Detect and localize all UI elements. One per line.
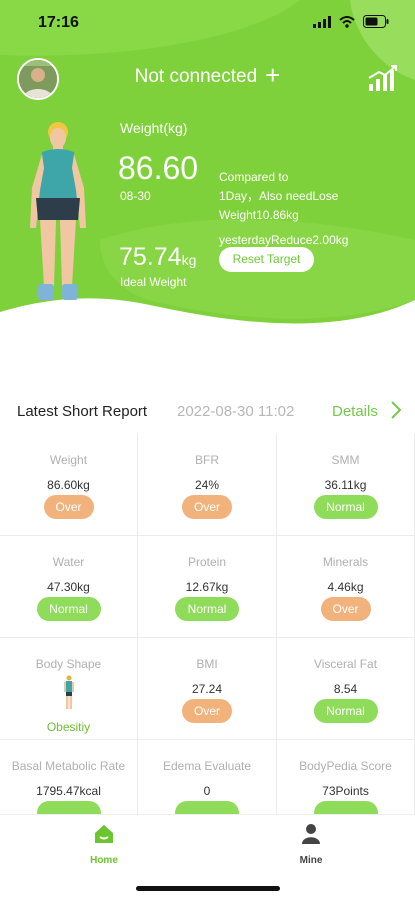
tab-home-label: Home	[90, 855, 118, 866]
status-badge: Normal	[175, 597, 239, 621]
status-badge: Over	[43, 495, 94, 519]
body-shape-figure-icon	[64, 675, 74, 709]
metric-value: 47.30kg	[47, 580, 90, 594]
metric-value: 73Points	[322, 784, 369, 798]
home-icon	[95, 825, 113, 843]
status-badge: Normal	[313, 699, 378, 723]
metric-value: 24%	[194, 478, 220, 492]
tab-mine[interactable]: Mine	[271, 823, 351, 866]
metric-cell[interactable]: SMM 36.11kg Normal	[277, 434, 415, 536]
metric-value: 4.46kg	[327, 580, 364, 594]
metric-cell[interactable]: Protein 12.67kg Normal	[138, 536, 277, 638]
report-header: Latest Short Report 2022-08-30 11:02 Det…	[0, 395, 415, 431]
ideal-weight-value: 75.74kg	[119, 243, 196, 272]
home-indicator	[136, 886, 280, 891]
trend-chart-icon[interactable]	[367, 64, 399, 92]
metric-cell[interactable]: Water 47.30kg Normal	[0, 536, 138, 638]
metric-cell[interactable]: Weight 86.60kg Over	[0, 434, 138, 536]
status-badge: Normal	[313, 495, 378, 519]
weight-label: Weight(kg)	[120, 120, 188, 136]
metric-label: BodyPedia Score	[299, 759, 392, 773]
metric-cell[interactable]: Basal Metabolic Rate 1795.47kcal	[0, 740, 138, 814]
weight-value: 86.60	[118, 150, 199, 186]
comparison-yesterday: yesterdayReduce2.00kg	[219, 233, 349, 247]
comparison-text: Compared to 1Day，Also needLose Weight10.…	[219, 168, 338, 225]
body-figure-icon	[30, 122, 86, 300]
metrics-grid: Weight 86.60kg Over BFR 24% Over SMM 36.11kg Nor…	[0, 434, 415, 814]
connection-status-label: Not connected	[134, 66, 258, 87]
metric-label: Protein	[187, 555, 227, 569]
details-link[interactable]: Details	[332, 403, 378, 420]
status-badge: Over	[182, 699, 232, 723]
status-badge	[175, 801, 239, 814]
metric-value: 8.54	[333, 682, 358, 696]
metric-value: 27.24	[191, 682, 223, 696]
metric-value: 0	[203, 784, 211, 798]
status-badge	[36, 801, 101, 814]
metric-label: Visceral Fat	[313, 657, 378, 671]
person-icon	[302, 824, 320, 844]
metric-label: SMM	[331, 453, 360, 467]
metric-cell[interactable]: Minerals 4.46kg Over	[277, 536, 415, 638]
metric-label: Edema Evaluate	[162, 759, 252, 773]
body-shape-status: Obesitiy	[46, 720, 91, 734]
metric-label: Body Shape	[35, 657, 102, 671]
ideal-weight-unit: kg	[181, 252, 197, 268]
metric-label: BMI	[196, 657, 218, 671]
comparison-line: 1Day，Also needLose	[219, 189, 339, 203]
metric-cell[interactable]: Body Shape Obesitiy	[0, 638, 138, 740]
report-datetime: 2022-08-30 11:02	[177, 403, 295, 420]
status-time: 17:16	[38, 14, 79, 31]
ideal-weight-label: Ideal Weight	[120, 275, 187, 289]
metric-cell[interactable]: BodyPedia Score 73Points	[277, 740, 415, 814]
add-device-button[interactable]: +	[265, 62, 280, 88]
header-panel: 17:16 Not connected + Weight(kg) 86.60 0…	[0, 0, 415, 345]
metric-label: Weight	[49, 453, 88, 467]
tab-mine-label: Mine	[299, 855, 323, 866]
metric-value: 36.11kg	[324, 478, 367, 492]
metric-cell[interactable]: BFR 24% Over	[138, 434, 277, 536]
battery-icon	[363, 15, 389, 28]
metric-label: BFR	[195, 453, 219, 467]
report-title: Latest Short Report	[17, 403, 148, 420]
connection-status[interactable]: Not connected +	[0, 62, 415, 88]
status-icons	[313, 15, 389, 28]
status-badge: Normal	[36, 597, 101, 621]
signal-icon	[313, 15, 331, 28]
metric-label: Basal Metabolic Rate	[11, 759, 126, 773]
metric-value: 1795.47kcal	[36, 784, 101, 798]
metric-cell[interactable]: BMI 27.24 Over	[138, 638, 277, 740]
comparison-line: Weight10.86kg	[219, 208, 299, 222]
metric-value: 12.67kg	[185, 580, 229, 594]
chevron-right-icon[interactable]	[389, 399, 403, 421]
metric-cell[interactable]: Edema Evaluate 0	[138, 740, 277, 814]
weight-date: 08-30	[120, 189, 151, 203]
metric-label: Water	[52, 555, 85, 569]
status-badge	[313, 801, 378, 814]
wifi-icon	[339, 15, 355, 28]
status-bar: 17:16	[0, 0, 415, 44]
ideal-weight-number: 75.74	[119, 243, 182, 271]
metric-value: 86.60kg	[47, 478, 90, 492]
metric-label: Minerals	[322, 555, 369, 569]
status-badge: Over	[182, 495, 232, 519]
reset-target-button[interactable]: Reset Target	[219, 247, 314, 272]
tab-home[interactable]: Home	[64, 823, 144, 866]
status-badge: Over	[320, 597, 371, 621]
comparison-line: Compared to	[219, 170, 289, 184]
metric-cell[interactable]: Visceral Fat 8.54 Normal	[277, 638, 415, 740]
